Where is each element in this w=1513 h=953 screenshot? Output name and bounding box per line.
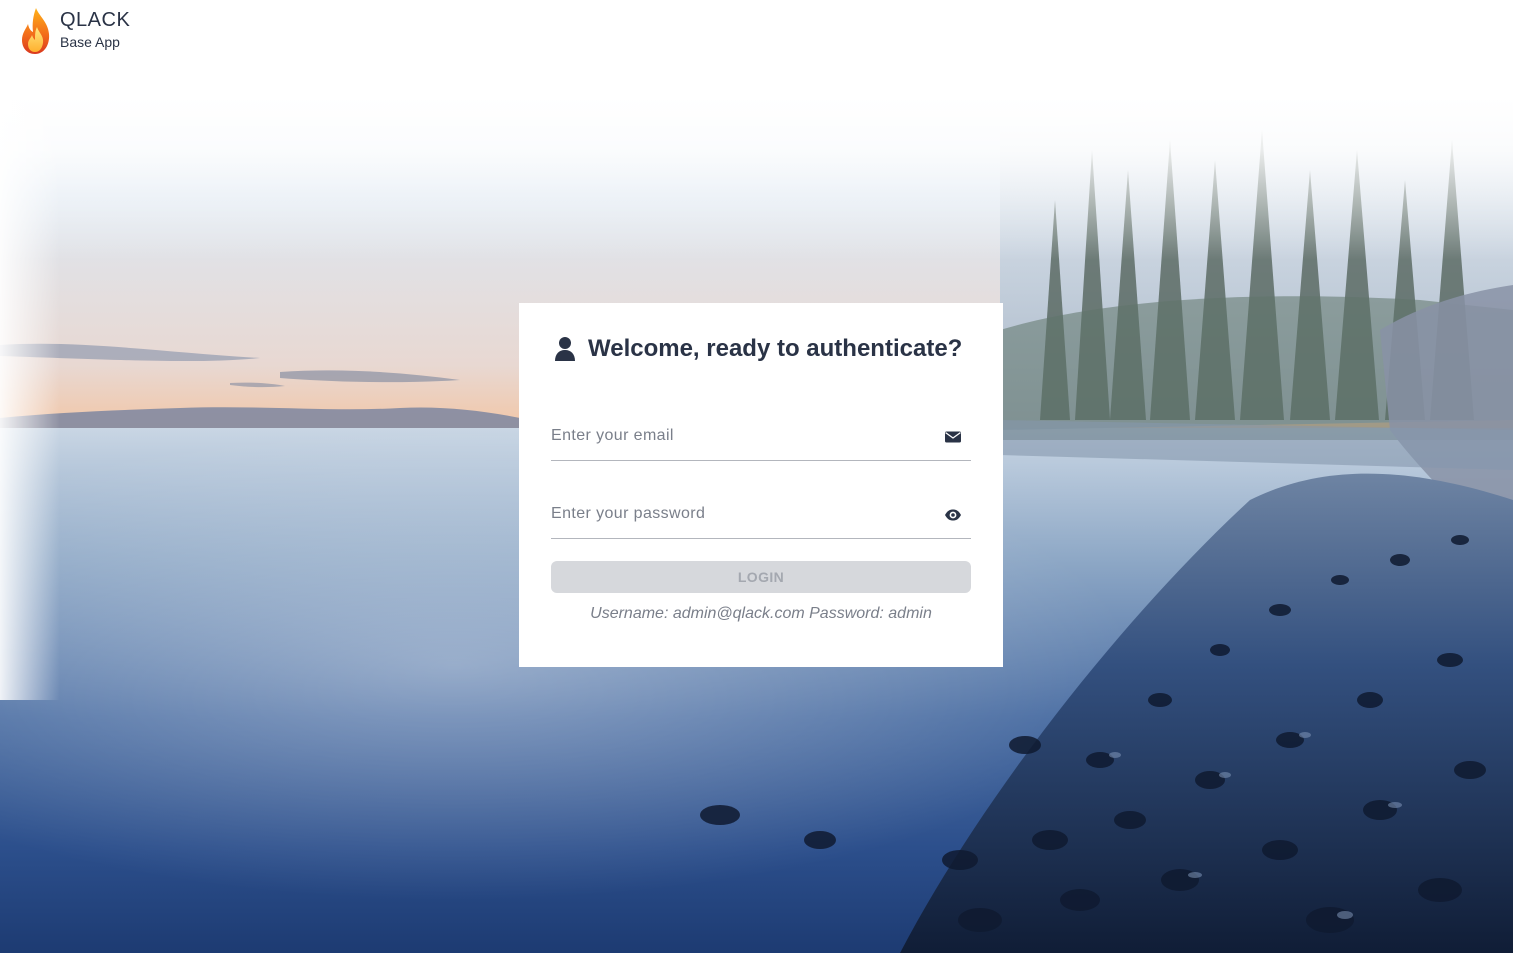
login-page: QLACK Base App Welcome, ready to authent… (0, 0, 1513, 953)
login-title: Welcome, ready to authenticate? (588, 335, 963, 362)
password-field (551, 491, 971, 539)
brand-title: QLACK (60, 9, 131, 31)
login-card: Welcome, ready to authenticate? LOG (519, 303, 1003, 667)
eye-icon[interactable] (944, 506, 962, 524)
login-card-header: Welcome, ready to authenticate? (554, 335, 971, 363)
user-icon (554, 336, 576, 362)
brand-text: QLACK Base App (60, 9, 130, 50)
flame-icon (20, 7, 52, 57)
brand-subtitle: Base App (60, 34, 120, 50)
login-button[interactable]: LOGIN (551, 561, 971, 593)
email-field (551, 413, 971, 461)
email-input[interactable] (551, 413, 931, 459)
credentials-hint: Username: admin@qlack.com Password: admi… (590, 605, 932, 622)
password-input[interactable] (551, 491, 931, 537)
envelope-icon (944, 428, 962, 446)
brand-header[interactable]: QLACK Base App (20, 7, 130, 57)
